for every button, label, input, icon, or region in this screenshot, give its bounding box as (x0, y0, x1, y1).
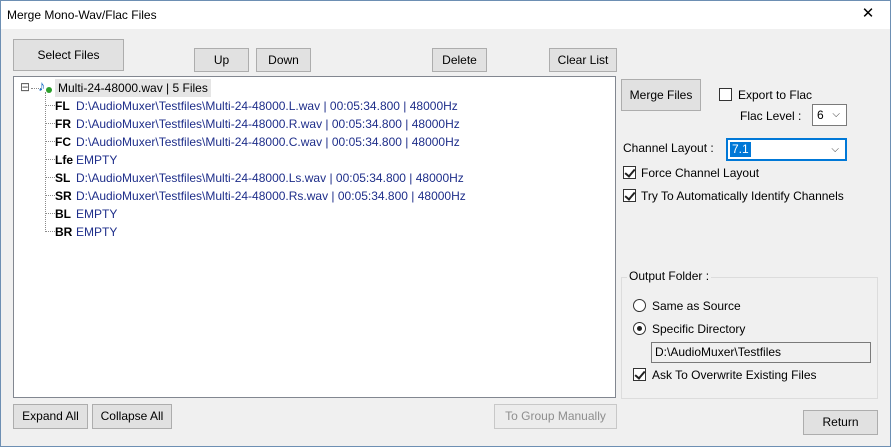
up-button[interactable]: Up (194, 48, 249, 72)
tree-item-lfe[interactable]: Lfe EMPTY (55, 151, 117, 169)
export-to-flac-checkbox[interactable] (719, 88, 732, 101)
specific-directory-label: Specific Directory (652, 322, 746, 336)
tree-connector (45, 159, 55, 160)
channel-file-text: D:\AudioMuxer\Testfiles\Multi-24-48000.R… (76, 117, 460, 131)
tree-connector (45, 92, 46, 232)
tree-item-fl[interactable]: FL D:\AudioMuxer\Testfiles\Multi-24-48000… (55, 97, 458, 115)
output-folder-title: Output Folder : (627, 269, 712, 283)
channel-label: FC (55, 135, 71, 149)
clear-list-button[interactable]: Clear List (549, 48, 617, 72)
channel-label: SL (55, 171, 71, 185)
channel-label: FL (55, 99, 70, 113)
force-channel-layout-checkbox[interactable] (623, 166, 636, 179)
return-button[interactable]: Return (803, 410, 878, 435)
close-icon[interactable]: ✕ (847, 1, 889, 29)
tree-root-item[interactable]: Multi-24-48000.wav | 5 Files (55, 79, 211, 97)
channel-layout-value: 7.1 (730, 142, 751, 157)
merge-files-button[interactable]: Merge Files (621, 79, 701, 111)
ask-overwrite-checkbox[interactable] (633, 368, 646, 381)
same-as-source-label: Same as Source (652, 299, 741, 313)
tree-item-sr[interactable]: SR D:\AudioMuxer\Testfiles\Multi-24-48000… (55, 187, 466, 205)
channel-tree[interactable]: ⊟ ♪ Multi-24-48000.wav | 5 Files FL D:\Au… (13, 76, 616, 398)
delete-button[interactable]: Delete (432, 48, 487, 72)
expand-all-button[interactable]: Expand All (13, 404, 88, 429)
channel-file-text: D:\AudioMuxer\Testfiles\Multi-24-48000.C… (76, 135, 460, 149)
chevron-down-icon: ⌵ (832, 109, 840, 120)
collapse-node-icon[interactable]: ⊟ (20, 80, 30, 94)
flac-level-value: 6 (817, 108, 824, 122)
tree-item-fr[interactable]: FR D:\AudioMuxer\Testfiles\Multi-24-48000… (55, 115, 460, 133)
tree-item-bl[interactable]: BL EMPTY (55, 205, 117, 223)
select-files-button[interactable]: Select Files (13, 39, 124, 71)
to-group-manually-button[interactable]: To Group Manually (494, 404, 617, 429)
tree-root-label: Multi-24-48000.wav | 5 Files (58, 81, 208, 95)
tree-connector (45, 231, 55, 232)
auto-identify-checkbox[interactable] (623, 189, 636, 202)
channel-label: BL (55, 207, 71, 221)
chevron-down-icon: ⌵ (831, 144, 839, 155)
tree-item-fc[interactable]: FC D:\AudioMuxer\Testfiles\Multi-24-48000… (55, 133, 460, 151)
tree-connector (45, 123, 55, 124)
title-bar: Merge Mono-Wav/Flac Files ✕ (1, 1, 890, 29)
down-button[interactable]: Down (256, 48, 311, 72)
export-to-flac-label: Export to Flac (738, 88, 813, 102)
same-as-source-radio[interactable] (633, 299, 646, 312)
channel-label: FR (55, 117, 71, 131)
window-title: Merge Mono-Wav/Flac Files (7, 8, 157, 22)
collapse-all-button[interactable]: Collapse All (92, 404, 172, 429)
tree-connector (45, 195, 55, 196)
tree-connector (45, 105, 55, 106)
channel-label: Lfe (55, 153, 73, 167)
flac-level-label: Flac Level : (740, 109, 802, 123)
audio-file-icon: ♪ (38, 78, 46, 95)
force-channel-layout-label: Force Channel Layout (641, 166, 760, 180)
merge-window: Merge Mono-Wav/Flac Files ✕ Select Files… (0, 0, 891, 447)
channel-layout-label: Channel Layout : (623, 141, 714, 155)
tree-connector (45, 213, 55, 214)
auto-identify-label: Try To Automatically Identify Channels (641, 189, 844, 203)
tree-item-sl[interactable]: SL D:\AudioMuxer\Testfiles\Multi-24-48000… (55, 169, 464, 187)
flac-level-select[interactable]: 6 ⌵ (812, 104, 847, 126)
channel-label: BR (55, 225, 73, 239)
directory-path-value: D:\AudioMuxer\Testfiles (655, 345, 782, 359)
ask-overwrite-label: Ask To Overwrite Existing Files (652, 368, 817, 382)
tree-connector (45, 177, 55, 178)
channel-file-text: EMPTY (76, 207, 118, 221)
channel-file-text: D:\AudioMuxer\Testfiles\Multi-24-48000.L… (76, 99, 458, 113)
channel-file-text: D:\AudioMuxer\Testfiles\Multi-24-48000.R… (76, 189, 466, 203)
tree-item-br[interactable]: BR EMPTY (55, 223, 117, 241)
specific-directory-radio[interactable] (633, 322, 646, 335)
channel-file-text: EMPTY (76, 225, 118, 239)
channel-layout-select[interactable]: 7.1 ⌵ (726, 138, 847, 161)
directory-path-field[interactable]: D:\AudioMuxer\Testfiles (651, 342, 871, 363)
file-add-badge-icon (46, 87, 52, 93)
channel-label: SR (55, 189, 72, 203)
channel-file-text: D:\AudioMuxer\Testfiles\Multi-24-48000.L… (76, 171, 464, 185)
channel-file-text: EMPTY (76, 153, 118, 167)
tree-connector (45, 141, 55, 142)
